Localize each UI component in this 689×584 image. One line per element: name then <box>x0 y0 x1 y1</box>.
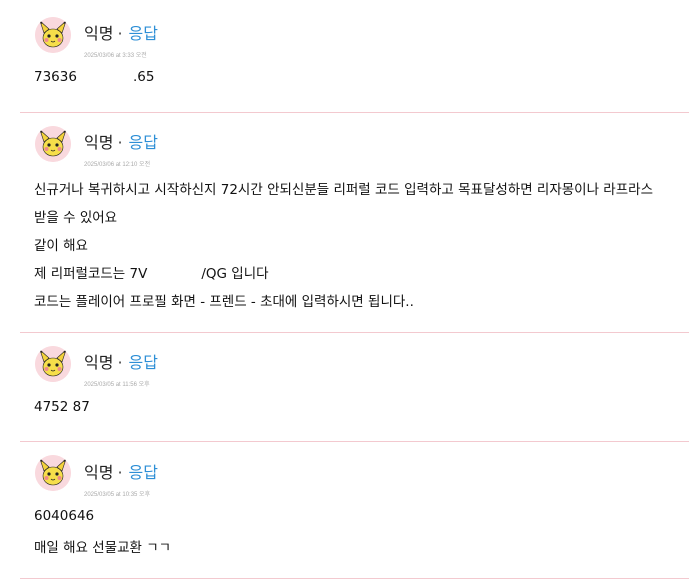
comment-author-row: 익명 · 응답 <box>84 459 158 483</box>
avatar[interactable] <box>35 346 71 382</box>
pichu-avatar-icon <box>35 17 71 53</box>
author-name: 익명 <box>84 463 114 482</box>
comment-timestamp: 2025/03/05 at 10:35 오후 <box>84 492 151 498</box>
author-name: 익명 <box>84 353 114 372</box>
comment-text-part: /QG 입니다 <box>201 266 269 282</box>
comment-author-row: 익명 · 응답 <box>84 20 158 44</box>
comment-divider <box>20 332 689 333</box>
reply-link[interactable]: 응답 <box>129 24 158 43</box>
author-name: 익명 <box>84 133 114 152</box>
reply-link[interactable]: 응답 <box>129 463 158 482</box>
comment-text-part: 73636 <box>34 69 77 85</box>
comment-text-line: 신규거나 복귀하시고 시작하신지 72시간 안되신분들 리퍼럴 코드 입력하고 … <box>34 182 653 198</box>
author-name: 익명 <box>84 24 114 43</box>
avatar[interactable] <box>35 126 71 162</box>
comment-text-line: 코드는 플레이어 프로필 화면 - 프렌드 - 초대에 입력하시면 됩니다.. <box>34 294 414 310</box>
separator-dot: · <box>117 24 123 43</box>
comment-divider <box>20 441 689 442</box>
comment-text-line: 같이 해요 <box>34 238 88 254</box>
comment-author-row: 익명 · 응답 <box>84 129 158 153</box>
pichu-avatar-icon <box>35 126 71 162</box>
pichu-avatar-icon <box>35 346 71 382</box>
comment-text-line: 제 리퍼럴코드는 7V /QG 입니다 <box>34 262 269 282</box>
comment-text-part: 제 리퍼럴코드는 7V <box>34 266 148 282</box>
avatar[interactable] <box>35 455 71 491</box>
separator-dot: · <box>117 353 123 372</box>
pichu-avatar-icon <box>35 455 71 491</box>
reply-link[interactable]: 응답 <box>129 133 158 152</box>
comment-timestamp: 2025/03/06 at 12:10 오전 <box>84 162 151 168</box>
comment-text-line: 받을 수 있어요 <box>34 210 118 226</box>
comment-divider <box>20 578 689 579</box>
comment-author-row: 익명 · 응답 <box>84 349 158 373</box>
comment-divider <box>20 112 689 113</box>
comment-timestamp: 2025/03/06 at 3:33 오전 <box>84 53 147 59</box>
separator-dot: · <box>117 133 123 152</box>
separator-dot: · <box>117 463 123 482</box>
comment-text-line: 6040646 <box>34 508 95 524</box>
comment-text-line: 4752 87 <box>34 399 90 415</box>
comment-text-line: 매일 해요 선물교환 ㄱㄱ <box>34 540 172 556</box>
comment-text-part: .65 <box>132 69 155 85</box>
comment-text-line: 73636 .65 <box>34 69 154 85</box>
reply-link[interactable]: 응답 <box>129 353 158 372</box>
comment-timestamp: 2025/03/05 at 11:56 오후 <box>84 382 150 388</box>
avatar[interactable] <box>35 17 71 53</box>
